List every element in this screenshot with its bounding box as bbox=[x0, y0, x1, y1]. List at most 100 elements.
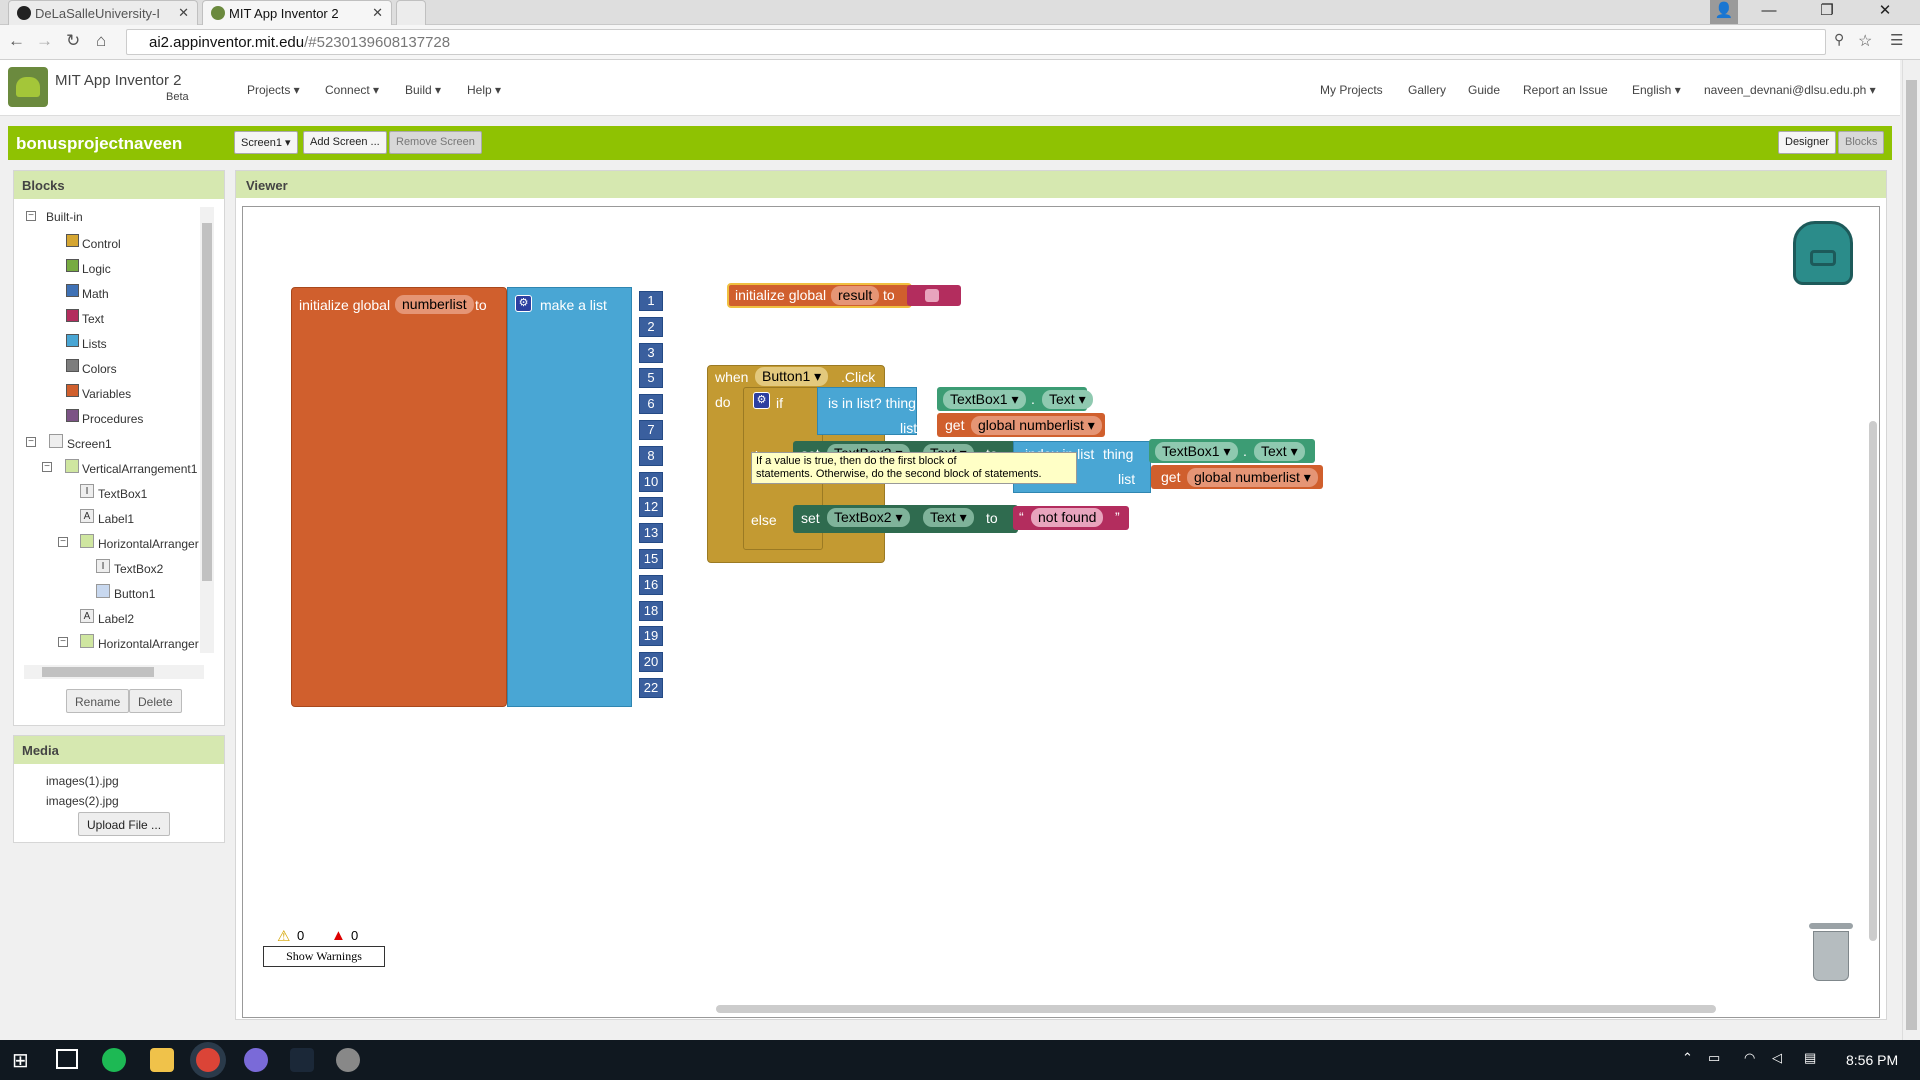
new-tab-button[interactable] bbox=[396, 0, 426, 25]
list-item-number[interactable]: 19 bbox=[639, 626, 663, 647]
component-dropdown[interactable]: TextBox1 ▾ bbox=[1155, 442, 1238, 461]
collapse-toggle[interactable]: − bbox=[26, 211, 36, 221]
list-item-number[interactable]: 8 bbox=[639, 445, 663, 466]
home-icon[interactable]: ⌂ bbox=[96, 31, 106, 51]
menu-projects[interactable]: Projects ▾ bbox=[247, 83, 300, 97]
list-item-number[interactable]: 10 bbox=[639, 471, 663, 492]
star-icon[interactable]: ☆ bbox=[1858, 31, 1872, 51]
tree-builtin[interactable]: Built-in bbox=[46, 210, 83, 224]
property-dropdown[interactable]: Text ▾ bbox=[1254, 442, 1305, 461]
close-window-button[interactable]: ✕ bbox=[1862, 0, 1908, 24]
screen-select-button[interactable]: Screen1 ▾ bbox=[234, 131, 298, 154]
backpack-icon[interactable] bbox=[1793, 221, 1853, 285]
tree-textbox2[interactable]: TextBox2 bbox=[114, 562, 163, 576]
list-item-number[interactable]: 18 bbox=[639, 600, 663, 621]
collapse-toggle[interactable]: − bbox=[58, 537, 68, 547]
remove-screen-button[interactable]: Remove Screen bbox=[389, 131, 482, 154]
workspace-horizontal-scrollbar[interactable] bbox=[716, 1005, 1716, 1013]
tree-verticalarrangement1[interactable]: VerticalArrangement1 bbox=[82, 462, 197, 476]
tree-logic[interactable]: Logic bbox=[82, 262, 111, 276]
component-dropdown[interactable]: TextBox2 ▾ bbox=[827, 508, 910, 527]
tree-horizontalarrangement[interactable]: HorizontalArranger bbox=[98, 537, 199, 551]
component-dropdown[interactable]: Button1 ▾ bbox=[755, 367, 829, 386]
show-warnings-button[interactable]: Show Warnings bbox=[263, 946, 385, 967]
list-item-number[interactable]: 20 bbox=[639, 652, 663, 673]
chrome-icon[interactable] bbox=[196, 1048, 220, 1072]
menu-build[interactable]: Build ▾ bbox=[405, 83, 441, 97]
tray-chevron-icon[interactable]: ⌃ bbox=[1682, 1050, 1693, 1066]
list-item-number[interactable]: 15 bbox=[639, 549, 663, 569]
variable-dropdown[interactable]: global numberlist ▾ bbox=[1187, 468, 1318, 487]
steam-icon[interactable] bbox=[290, 1048, 314, 1072]
menu-guide[interactable]: Guide bbox=[1468, 83, 1500, 97]
property-dropdown[interactable]: Text ▾ bbox=[1042, 390, 1093, 409]
empty-text-block[interactable] bbox=[907, 285, 961, 306]
tree-control[interactable]: Control bbox=[82, 237, 121, 251]
tree-text[interactable]: Text bbox=[82, 312, 104, 326]
wifi-icon[interactable]: ◠ bbox=[1744, 1050, 1755, 1066]
tree-procedures[interactable]: Procedures bbox=[82, 412, 143, 426]
list-item-number[interactable]: 5 bbox=[639, 368, 663, 389]
reload-icon[interactable]: ↻ bbox=[66, 31, 80, 51]
browser-tab-appinventor[interactable]: MIT App Inventor 2 ✕ bbox=[202, 0, 392, 25]
clock[interactable]: 8:56 PM bbox=[1846, 1052, 1898, 1068]
tree-textbox1[interactable]: TextBox1 bbox=[98, 487, 147, 501]
collapse-toggle[interactable]: − bbox=[42, 462, 52, 472]
browser-tab-github[interactable]: DeLaSalleUniversity-I ✕ bbox=[8, 0, 198, 25]
restore-button[interactable]: ❐ bbox=[1804, 0, 1850, 24]
tree-colors[interactable]: Colors bbox=[82, 362, 117, 376]
list-item-number[interactable]: 6 bbox=[639, 394, 663, 415]
page-vertical-scrollbar[interactable] bbox=[1902, 60, 1920, 1040]
delete-button[interactable]: Delete bbox=[129, 689, 182, 713]
menu-my-projects[interactable]: My Projects bbox=[1320, 83, 1383, 97]
tree-button1[interactable]: Button1 bbox=[114, 587, 155, 601]
init-numberlist-block[interactable] bbox=[291, 287, 507, 707]
tree-label2[interactable]: Label2 bbox=[98, 612, 134, 626]
add-screen-button[interactable]: Add Screen ... bbox=[303, 131, 387, 154]
mutator-gear-icon[interactable]: ⚙ bbox=[515, 295, 532, 312]
windows-start-icon[interactable]: ⊞ bbox=[12, 1048, 29, 1073]
app-icon[interactable] bbox=[244, 1048, 268, 1072]
tree-screen1[interactable]: Screen1 bbox=[67, 437, 112, 451]
trash-icon[interactable] bbox=[1809, 923, 1853, 981]
menu-language[interactable]: English ▾ bbox=[1632, 83, 1681, 97]
task-view-icon[interactable] bbox=[56, 1049, 78, 1069]
menu-report-issue[interactable]: Report an Issue bbox=[1523, 83, 1608, 97]
media-file[interactable]: images(1).jpg bbox=[46, 774, 119, 788]
component-dropdown[interactable]: TextBox1 ▾ bbox=[943, 390, 1026, 409]
media-file[interactable]: images(2).jpg bbox=[46, 794, 119, 808]
list-item-number[interactable]: 1 bbox=[639, 291, 663, 311]
close-icon[interactable]: ✕ bbox=[372, 5, 383, 21]
tree-lists[interactable]: Lists bbox=[82, 337, 107, 351]
list-item-number[interactable]: 12 bbox=[639, 497, 663, 518]
forward-icon[interactable]: → bbox=[36, 31, 53, 51]
back-icon[interactable]: ← bbox=[8, 31, 25, 51]
menu-icon[interactable]: ☰ bbox=[1890, 31, 1903, 49]
variable-dropdown[interactable]: global numberlist ▾ bbox=[971, 416, 1102, 435]
collapse-toggle[interactable]: − bbox=[58, 637, 68, 647]
tree-vertical-scrollbar[interactable] bbox=[200, 207, 214, 653]
workspace-vertical-scrollbar[interactable] bbox=[1869, 421, 1877, 941]
menu-gallery[interactable]: Gallery bbox=[1408, 83, 1446, 97]
tree-horizontal-scrollbar[interactable] bbox=[24, 665, 204, 679]
tree-math[interactable]: Math bbox=[82, 287, 109, 301]
property-dropdown[interactable]: Text ▾ bbox=[923, 508, 974, 527]
designer-button[interactable]: Designer bbox=[1778, 131, 1837, 154]
menu-help[interactable]: Help ▾ bbox=[467, 83, 501, 97]
menu-account[interactable]: naveen_devnani@dlsu.edu.ph ▾ bbox=[1704, 83, 1876, 97]
collapse-toggle[interactable]: − bbox=[26, 437, 36, 447]
notifications-icon[interactable]: ▤ bbox=[1804, 1050, 1816, 1066]
blocks-button[interactable]: Blocks bbox=[1838, 131, 1885, 154]
url-bar[interactable]: ai2.appinventor.mit.edu/#523013960813772… bbox=[126, 29, 1826, 55]
blocks-workspace[interactable]: initialize global numberlist to ⚙ make a… bbox=[242, 206, 1880, 1018]
rename-button[interactable]: Rename bbox=[66, 689, 130, 713]
user-icon[interactable]: 👤 bbox=[1710, 0, 1738, 24]
list-item-number[interactable]: 16 bbox=[639, 574, 663, 595]
not-found-text-block[interactable]: “ not found ” bbox=[1013, 506, 1129, 530]
minimize-button[interactable]: — bbox=[1746, 0, 1792, 24]
make-a-list-block[interactable] bbox=[507, 287, 632, 707]
variable-name-field[interactable]: numberlist bbox=[395, 295, 474, 314]
text-literal-field[interactable]: not found bbox=[1031, 508, 1104, 527]
list-item-number[interactable]: 13 bbox=[639, 523, 663, 544]
key-icon[interactable]: ⚲ bbox=[1834, 31, 1844, 48]
